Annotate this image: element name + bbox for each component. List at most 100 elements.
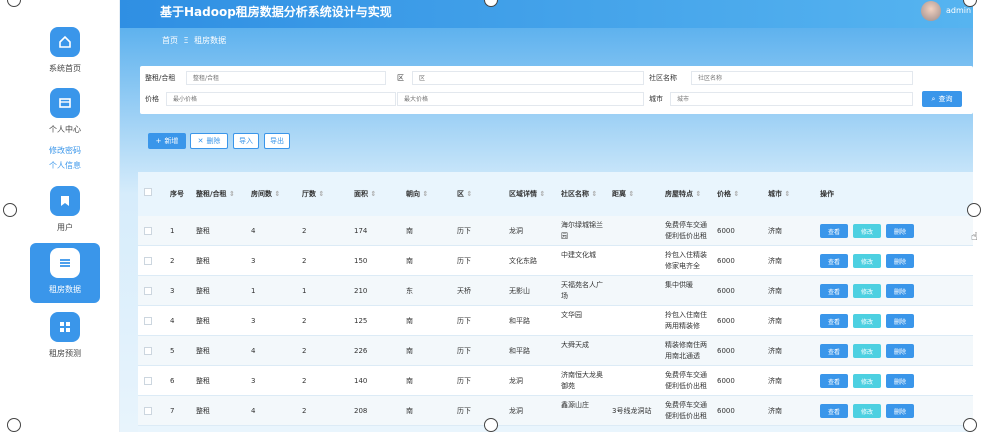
user-avatar[interactable] bbox=[921, 1, 941, 21]
row-checkbox[interactable] bbox=[144, 227, 152, 235]
header-area-detail[interactable]: 区域详情 ⇕ bbox=[509, 189, 545, 199]
sidebar-item-label: 个人中心 bbox=[49, 125, 81, 134]
view-row-button[interactable]: 查看 bbox=[820, 284, 848, 298]
cell-price: 6000 bbox=[717, 407, 735, 415]
resize-handle[interactable] bbox=[3, 203, 17, 217]
delete-row-button[interactable]: 删除 bbox=[886, 374, 914, 388]
view-row-button[interactable]: 查看 bbox=[820, 404, 848, 418]
sidebar-item-label: 租房预测 bbox=[49, 349, 81, 358]
edit-row-button[interactable]: 修改 bbox=[853, 374, 881, 388]
row-checkbox[interactable] bbox=[144, 287, 152, 295]
delete-row-button[interactable]: 删除 bbox=[886, 254, 914, 268]
header-halls[interactable]: 厅数 ⇕ bbox=[302, 189, 324, 199]
header-district[interactable]: 区 ⇕ bbox=[457, 189, 472, 199]
select-all-checkbox[interactable] bbox=[144, 188, 152, 196]
cell-price: 6000 bbox=[717, 227, 735, 235]
cell-price: 6000 bbox=[717, 347, 735, 355]
cell-halls: 2 bbox=[302, 227, 307, 235]
header-orientation[interactable]: 朝向 ⇕ bbox=[406, 189, 428, 199]
resize-handle[interactable] bbox=[7, 418, 21, 432]
edit-row-button[interactable]: 修改 bbox=[853, 224, 881, 238]
sidebar-item-users[interactable]: 用户 bbox=[10, 186, 120, 233]
delete-row-button[interactable]: 删除 bbox=[886, 284, 914, 298]
user-name[interactable]: admin bbox=[946, 6, 971, 15]
search-button[interactable]: ⌕ 查询 bbox=[922, 91, 962, 107]
view-row-button[interactable]: 查看 bbox=[820, 224, 848, 238]
row-checkbox[interactable] bbox=[144, 347, 152, 355]
view-row-button[interactable]: 查看 bbox=[820, 344, 848, 358]
header-features[interactable]: 房屋特点 ⇕ bbox=[665, 189, 701, 199]
edit-row-button[interactable]: 修改 bbox=[853, 344, 881, 358]
edit-row-button[interactable]: 修改 bbox=[853, 284, 881, 298]
export-button[interactable]: 导出 bbox=[264, 133, 290, 149]
cell-area-detail: 龙洞 bbox=[509, 377, 523, 385]
cell-community: 鑫源山庄 bbox=[561, 401, 589, 409]
header-rooms[interactable]: 房间数 ⇕ bbox=[251, 189, 280, 199]
cell-area: 140 bbox=[354, 377, 368, 385]
delete-row-button[interactable]: 删除 bbox=[886, 404, 914, 418]
cell-rent-type: 整租 bbox=[196, 377, 210, 385]
row-checkbox[interactable] bbox=[144, 317, 152, 325]
resize-handle[interactable] bbox=[963, 418, 977, 432]
cell-district: 历下 bbox=[457, 317, 471, 325]
edit-row-button[interactable]: 修改 bbox=[853, 254, 881, 268]
cell-halls: 2 bbox=[302, 347, 307, 355]
view-row-button[interactable]: 查看 bbox=[820, 254, 848, 268]
card-icon bbox=[50, 88, 80, 118]
delete-row-button[interactable]: 删除 bbox=[886, 314, 914, 328]
view-row-button[interactable]: 查看 bbox=[820, 314, 848, 328]
city-label: 城市 bbox=[649, 95, 663, 103]
district-input[interactable] bbox=[412, 71, 644, 85]
edit-row-button[interactable]: 修改 bbox=[853, 314, 881, 328]
cell-area: 208 bbox=[354, 407, 368, 415]
row-checkbox[interactable] bbox=[144, 257, 152, 265]
header-area[interactable]: 面积 ⇕ bbox=[354, 189, 376, 199]
rent-type-input[interactable] bbox=[186, 71, 386, 85]
view-row-button[interactable]: 查看 bbox=[820, 374, 848, 388]
min-price-input[interactable] bbox=[166, 92, 396, 106]
breadcrumb-current: 租房数据 bbox=[194, 36, 227, 45]
sidebar-item-label: 用户 bbox=[57, 223, 73, 232]
sidebar-item-rental-data[interactable]: 租房数据 bbox=[10, 248, 120, 295]
sidebar-subitem-change-password[interactable]: 修改密码 bbox=[10, 145, 120, 156]
header-distance[interactable]: 距离 ⇕ bbox=[612, 189, 634, 199]
cell-area: 125 bbox=[354, 317, 368, 325]
max-price-input[interactable] bbox=[397, 92, 644, 106]
breadcrumb: 首页 Ξ 租房数据 bbox=[162, 35, 226, 46]
delete-row-button[interactable]: 删除 bbox=[886, 224, 914, 238]
resize-handle[interactable] bbox=[967, 203, 981, 217]
row-checkbox[interactable] bbox=[144, 407, 152, 415]
cell-index: 7 bbox=[170, 407, 175, 415]
delete-row-button[interactable]: 删除 bbox=[886, 344, 914, 358]
header-price[interactable]: 价格 ⇕ bbox=[717, 189, 739, 199]
community-input[interactable] bbox=[691, 71, 913, 85]
table-row: 7 整租 4 2 208 南 历下 龙洞 鑫源山庄 3号线龙洞站 免费停车交通便利低价出租 6000 济… bbox=[138, 396, 973, 426]
cell-rooms: 3 bbox=[251, 317, 256, 325]
sidebar-item-personal-center[interactable]: 个人中心 修改密码 个人信息 bbox=[10, 88, 120, 171]
add-button-label: 新增 bbox=[164, 137, 179, 145]
sidebar-item-home[interactable]: 系统首页 bbox=[10, 27, 120, 74]
add-button[interactable]: + 新增 bbox=[148, 133, 186, 149]
cell-rent-type: 整租 bbox=[196, 257, 210, 265]
plus-icon: + bbox=[155, 137, 162, 145]
import-button[interactable]: 导入 bbox=[233, 133, 259, 149]
delete-selected-button[interactable]: ✕ 删除 bbox=[190, 133, 228, 149]
header-rent-type[interactable]: 整租/合租 ⇕ bbox=[196, 189, 235, 199]
cell-orientation: 南 bbox=[406, 407, 413, 415]
row-checkbox[interactable] bbox=[144, 377, 152, 385]
cell-price: 6000 bbox=[717, 317, 735, 325]
cell-halls: 2 bbox=[302, 377, 307, 385]
header-community[interactable]: 社区名称 ⇕ bbox=[561, 189, 597, 199]
rent-type-label: 整租/合租 bbox=[145, 74, 176, 82]
city-input[interactable] bbox=[670, 92, 913, 106]
grid-icon bbox=[50, 312, 80, 342]
sidebar-subitem-personal-info[interactable]: 个人信息 bbox=[10, 160, 120, 171]
header-city[interactable]: 城市 ⇕ bbox=[768, 189, 790, 199]
breadcrumb-home[interactable]: 首页 bbox=[162, 36, 178, 45]
resize-handle[interactable] bbox=[484, 418, 498, 432]
sidebar-item-rental-forecast[interactable]: 租房预测 bbox=[10, 312, 120, 359]
cell-rooms: 1 bbox=[251, 287, 256, 295]
edit-row-button[interactable]: 修改 bbox=[853, 404, 881, 418]
table-row: 5 整租 4 2 226 南 历下 和平路 大舜天成 精装修南住两用南北通透 6000 济南 查看 修改删… bbox=[138, 336, 973, 366]
cell-price: 6000 bbox=[717, 287, 735, 295]
